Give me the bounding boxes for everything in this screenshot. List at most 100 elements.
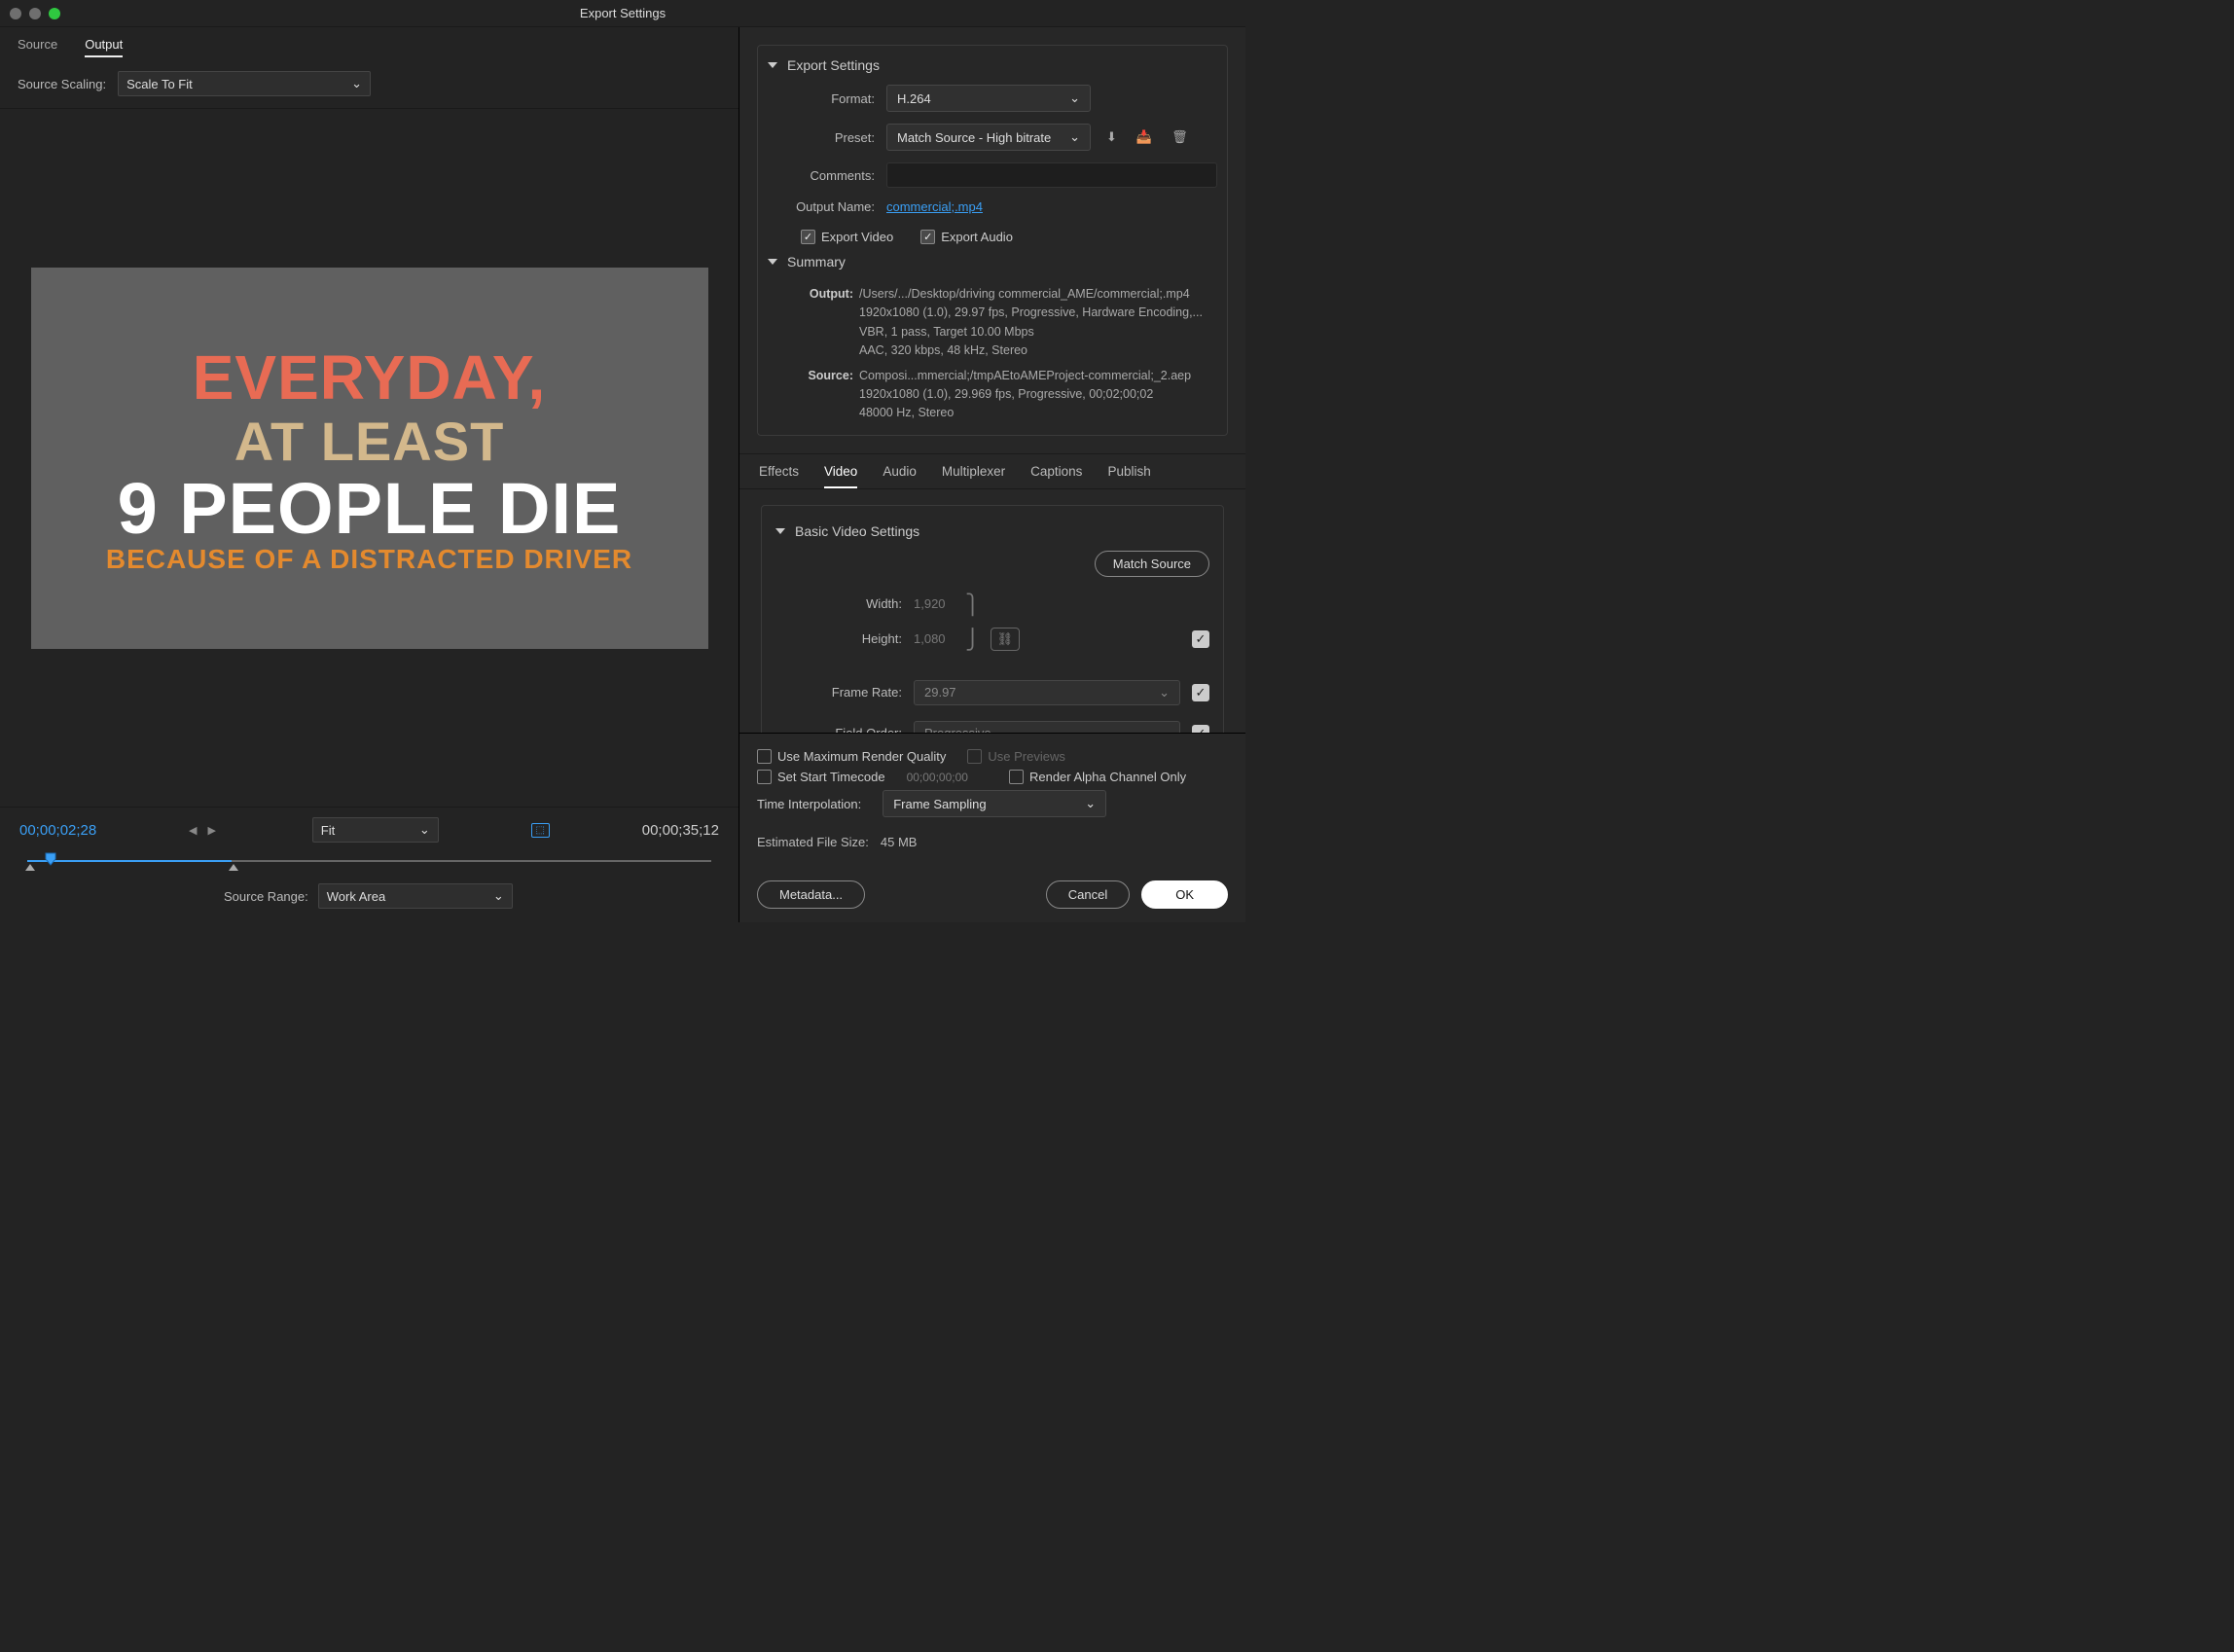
minimize-window-dot[interactable] bbox=[29, 8, 41, 19]
total-timecode: 00;00;35;12 bbox=[642, 822, 719, 839]
chevron-down-icon: ⌄ bbox=[493, 888, 504, 904]
source-range-dropdown[interactable]: Work Area ⌄ bbox=[318, 883, 513, 909]
comments-input[interactable] bbox=[886, 162, 1217, 188]
source-scaling-label: Source Scaling: bbox=[18, 77, 106, 91]
comments-label: Comments: bbox=[768, 168, 875, 183]
tab-captions[interactable]: Captions bbox=[1030, 464, 1082, 488]
start-timecode-value[interactable]: 00;00;00;00 bbox=[907, 771, 968, 784]
settings-tabs: Effects Video Audio Multiplexer Captions… bbox=[739, 453, 1245, 489]
export-settings-header[interactable]: Export Settings bbox=[768, 57, 1217, 73]
summary-title: Summary bbox=[787, 254, 846, 269]
tab-video[interactable]: Video bbox=[824, 464, 857, 488]
summary-block: Output: /Users/.../Desktop/driving commer… bbox=[768, 281, 1217, 433]
field-order-label: Field Order: bbox=[775, 726, 902, 733]
timeline[interactable] bbox=[19, 852, 719, 870]
aspect-crop-icon[interactable]: ⬚ bbox=[531, 823, 550, 838]
source-range-label: Source Range: bbox=[224, 889, 308, 904]
bracket-icon: ⎭ bbox=[967, 628, 979, 651]
basic-video-header[interactable]: Basic Video Settings bbox=[775, 523, 1209, 539]
summary-output-path: /Users/.../Desktop/driving commercial_AM… bbox=[859, 285, 1190, 304]
step-buttons[interactable]: ◀ ▶ bbox=[189, 824, 220, 837]
match-field-order-checkbox[interactable]: ✓ bbox=[1192, 725, 1209, 733]
checkbox-off-icon bbox=[757, 749, 772, 764]
frame-rate-dropdown[interactable]: 29.97⌄ bbox=[914, 680, 1180, 705]
metadata-button[interactable]: Metadata... bbox=[757, 880, 865, 909]
height-value[interactable]: 1,080 bbox=[914, 631, 946, 646]
cancel-button[interactable]: Cancel bbox=[1046, 880, 1130, 909]
time-interpolation-dropdown[interactable]: Frame Sampling ⌄ bbox=[883, 790, 1106, 817]
zoom-fit-dropdown[interactable]: Fit ⌄ bbox=[312, 817, 439, 843]
import-preset-icon[interactable]: 📥 bbox=[1133, 129, 1156, 145]
preset-label: Preset: bbox=[768, 130, 875, 145]
width-value[interactable]: 1,920 bbox=[914, 596, 946, 611]
preview-tabs: Source Output bbox=[0, 27, 739, 63]
preview-text-4: BECAUSE OF A DISTRACTED DRIVER bbox=[106, 544, 632, 575]
save-preset-icon[interactable]: ⬇ bbox=[1102, 129, 1121, 145]
match-source-button[interactable]: Match Source bbox=[1095, 551, 1209, 577]
estimated-size-value: 45 MB bbox=[881, 835, 918, 849]
export-video-checkbox[interactable]: Export Video bbox=[801, 230, 893, 244]
traffic-lights bbox=[0, 8, 60, 19]
preview-pane: Source Output Source Scaling: Scale To F… bbox=[0, 27, 739, 922]
format-dropdown[interactable]: H.264 ⌄ bbox=[886, 85, 1091, 112]
match-frame-rate-checkbox[interactable]: ✓ bbox=[1192, 684, 1209, 701]
max-quality-label: Use Maximum Render Quality bbox=[777, 749, 946, 764]
field-order-value: Progressive bbox=[924, 726, 991, 733]
summary-header[interactable]: Summary bbox=[768, 254, 1217, 269]
close-window-dot[interactable] bbox=[10, 8, 21, 19]
render-alpha-label: Render Alpha Channel Only bbox=[1029, 770, 1186, 784]
tab-source[interactable]: Source bbox=[18, 37, 57, 57]
source-scaling-dropdown[interactable]: Scale To Fit ⌄ bbox=[118, 71, 371, 96]
preset-dropdown[interactable]: Match Source - High bitrate ⌄ bbox=[886, 124, 1091, 151]
checkbox-off-icon bbox=[967, 749, 982, 764]
source-scaling-value: Scale To Fit bbox=[126, 77, 193, 91]
maximize-window-dot[interactable] bbox=[49, 8, 60, 19]
checkbox-off-icon bbox=[757, 770, 772, 784]
chevron-down-icon bbox=[775, 528, 785, 534]
tab-output[interactable]: Output bbox=[85, 37, 123, 57]
preview-frame: EVERYDAY, AT LEAST 9 PEOPLE DIE BECAUSE … bbox=[31, 268, 708, 649]
checkbox-on-icon bbox=[920, 230, 935, 244]
export-video-label: Export Video bbox=[821, 230, 893, 244]
playhead[interactable] bbox=[45, 852, 56, 866]
tab-audio[interactable]: Audio bbox=[883, 464, 917, 488]
output-name-link[interactable]: commercial;.mp4 bbox=[886, 199, 983, 214]
height-label: Height: bbox=[775, 631, 902, 646]
zoom-fit-value: Fit bbox=[321, 823, 335, 838]
field-order-dropdown[interactable]: Progressive⌄ bbox=[914, 721, 1180, 733]
set-start-timecode-checkbox[interactable]: Set Start Timecode bbox=[757, 770, 885, 784]
max-render-quality-checkbox[interactable]: Use Maximum Render Quality bbox=[757, 749, 946, 764]
bottom-section: Use Maximum Render Quality Use Previews … bbox=[739, 733, 1245, 922]
in-point-marker[interactable] bbox=[25, 864, 35, 871]
time-interpolation-label: Time Interpolation: bbox=[757, 797, 861, 811]
time-interpolation-value: Frame Sampling bbox=[893, 797, 986, 811]
chevron-down-icon: ⌄ bbox=[419, 822, 430, 838]
chevron-down-icon: ⌄ bbox=[1069, 129, 1080, 145]
current-timecode[interactable]: 00;00;02;28 bbox=[19, 822, 96, 839]
link-dimensions-icon[interactable]: ⛓ bbox=[991, 628, 1021, 651]
output-name-label: Output Name: bbox=[768, 199, 875, 214]
export-audio-checkbox[interactable]: Export Audio bbox=[920, 230, 1013, 244]
summary-source-2: 1920x1080 (1.0), 29.969 fps, Progressive… bbox=[859, 385, 1153, 404]
tab-publish[interactable]: Publish bbox=[1107, 464, 1150, 488]
tab-effects[interactable]: Effects bbox=[759, 464, 799, 488]
set-start-label: Set Start Timecode bbox=[777, 770, 885, 784]
summary-source-3: 48000 Hz, Stereo bbox=[859, 404, 954, 422]
chevron-down-icon bbox=[768, 259, 777, 265]
delete-preset-icon[interactable]: 🗑 bbox=[1168, 129, 1192, 145]
window-title: Export Settings bbox=[580, 6, 666, 20]
estimated-size-label: Estimated File Size: bbox=[757, 835, 869, 849]
out-point-marker[interactable] bbox=[229, 864, 238, 871]
render-alpha-checkbox[interactable]: Render Alpha Channel Only bbox=[1009, 770, 1186, 784]
transport-controls: 00;00;02;28 ◀ ▶ Fit ⌄ ⬚ 00;00;35;12 S bbox=[0, 807, 739, 922]
use-previews-checkbox: Use Previews bbox=[967, 749, 1064, 764]
frame-rate-value: 29.97 bbox=[924, 685, 956, 700]
ok-button[interactable]: OK bbox=[1141, 880, 1228, 909]
checkbox-on-icon bbox=[801, 230, 815, 244]
match-width-height-checkbox[interactable]: ✓ bbox=[1192, 630, 1209, 648]
summary-output-label: Output: bbox=[801, 285, 853, 304]
basic-video-title: Basic Video Settings bbox=[795, 523, 919, 539]
tab-multiplexer[interactable]: Multiplexer bbox=[942, 464, 1005, 488]
format-label: Format: bbox=[768, 91, 875, 106]
width-label: Width: bbox=[775, 596, 902, 611]
